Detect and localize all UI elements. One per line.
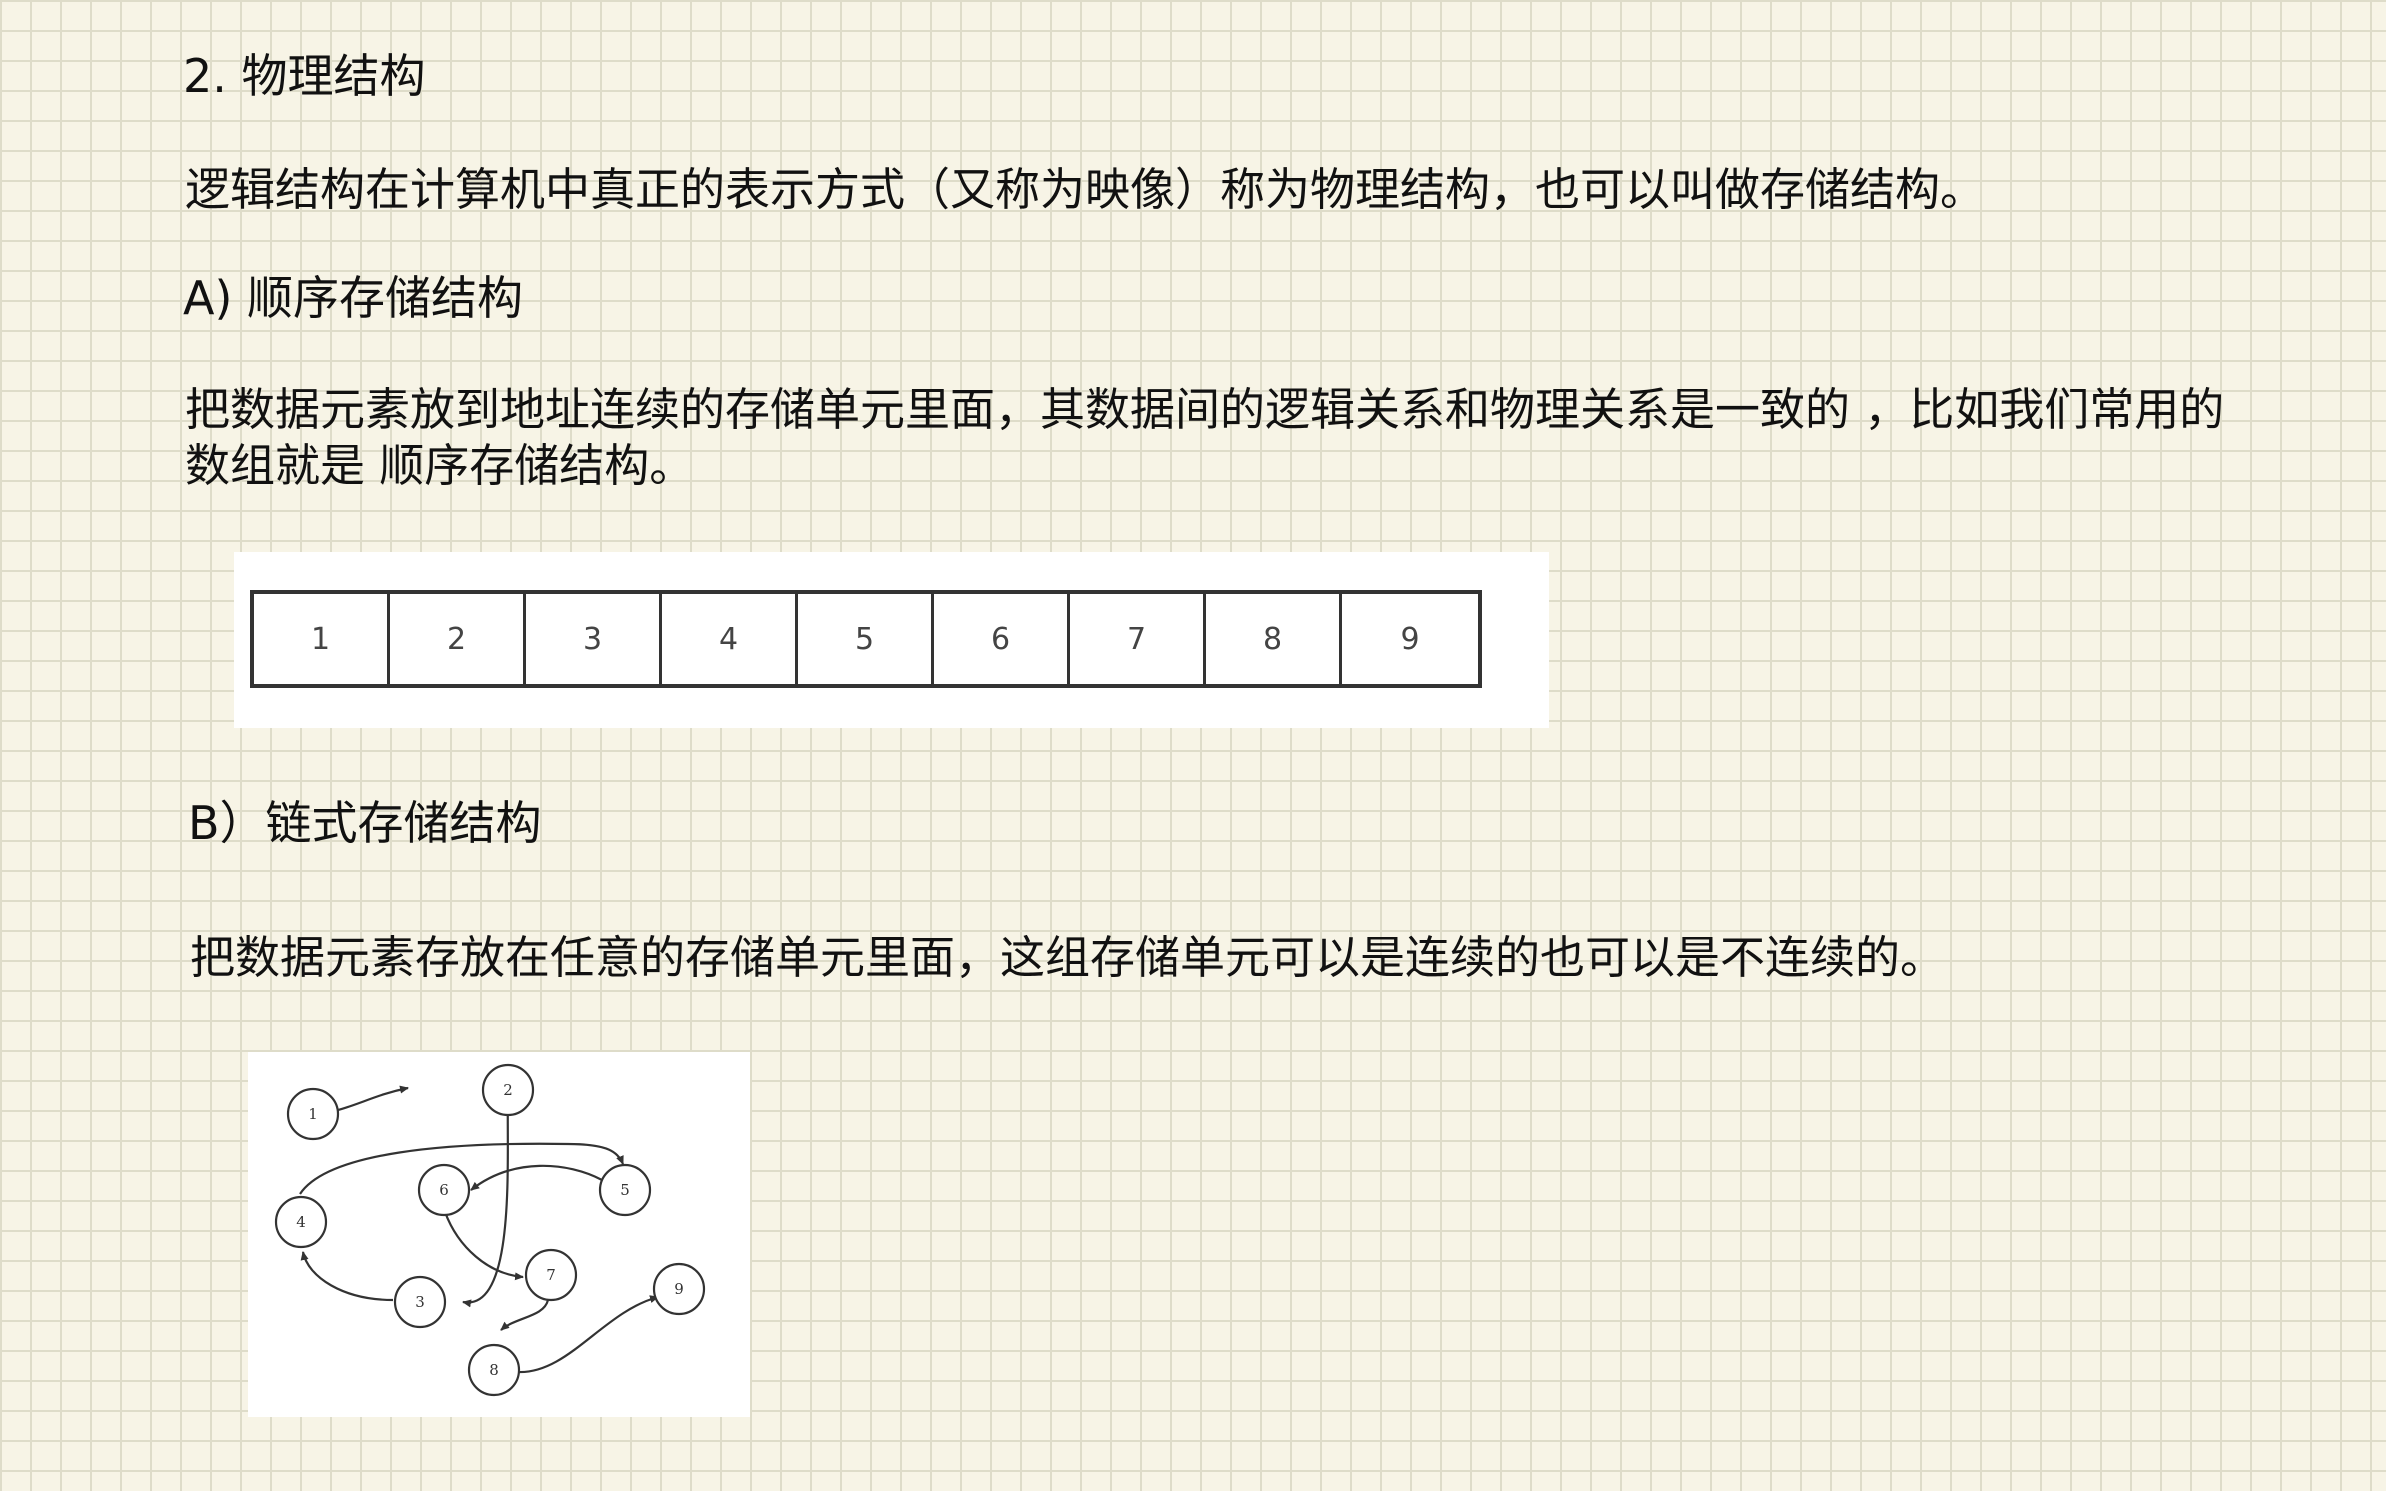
edge-2-3 — [462, 1089, 510, 1308]
array-cell: 5 — [798, 594, 934, 684]
array-cell: 2 — [390, 594, 526, 684]
linked-heading: B）链式存储结构 — [188, 796, 542, 850]
array-cell: 4 — [662, 594, 798, 684]
node-7-label: 7 — [546, 1266, 556, 1284]
sequential-heading: A) 顺序存储结构 — [183, 271, 524, 325]
node-4-label: 4 — [296, 1213, 306, 1231]
node-1-label: 1 — [308, 1105, 318, 1123]
linked-description: 把数据元素存放在任意的存储单元里面，这组存储单元可以是连续的也可以是不连续的。 — [190, 931, 1946, 984]
edge-8-9 — [517, 1295, 659, 1374]
node-9-label: 9 — [674, 1280, 684, 1298]
array-cell: 6 — [934, 594, 1070, 684]
edge-5-6 — [470, 1164, 603, 1191]
node-5-label: 5 — [620, 1181, 630, 1199]
edge-3-4 — [300, 1251, 394, 1302]
node-3-label: 3 — [415, 1293, 425, 1311]
array-cell: 7 — [1070, 594, 1206, 684]
edge-7-8 — [500, 1299, 550, 1331]
array-row: 1 2 3 4 5 6 7 8 9 — [250, 590, 1482, 688]
sequential-description-line-2: 数组就是 顺序存储结构。 — [185, 439, 695, 492]
node-2-label: 2 — [503, 1081, 513, 1099]
array-figure: 1 2 3 4 5 6 7 8 9 — [234, 552, 1549, 728]
linked-list-diagram: 1 2 3 4 5 6 7 8 9 — [274, 1063, 706, 1397]
intro-paragraph: 逻辑结构在计算机中真正的表示方式（又称为映像）称为物理结构，也可以叫做存储结构。 — [185, 163, 1986, 216]
node-6-label: 6 — [439, 1181, 449, 1199]
array-cell: 9 — [1400, 621, 1420, 657]
sequential-description-line-1: 把数据元素放到地址连续的存储单元里面，其数据间的逻辑关系和物理关系是一致的 ，比… — [185, 383, 2225, 436]
array-cell: 3 — [526, 594, 662, 684]
section-title: 2. 物理结构 — [183, 49, 426, 103]
array-cell: 1 — [254, 594, 390, 684]
linked-list-figure: 1 2 3 4 5 6 7 8 9 — [248, 1052, 750, 1417]
node-8-label: 8 — [489, 1361, 499, 1379]
array-cell: 8 — [1206, 594, 1342, 684]
edge-6-7 — [443, 1211, 524, 1281]
